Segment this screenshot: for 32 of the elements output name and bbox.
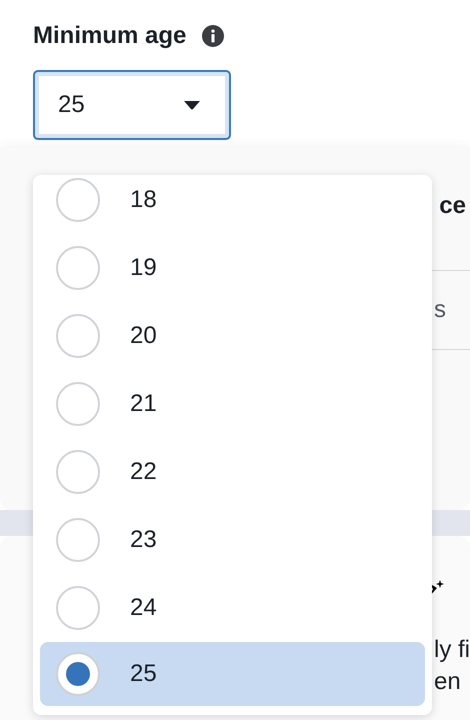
description-text: en [434,667,462,697]
description-text: ly fi [434,635,470,665]
option-label: 20 [130,322,157,350]
age-dropdown[interactable]: 25 [33,70,231,140]
tab-label[interactable]: s [434,296,446,324]
radio-button[interactable] [56,652,100,696]
section-heading: ce [439,192,466,220]
age-option[interactable]: 19 [40,234,425,302]
option-label: 18 [130,186,157,214]
radio-button[interactable] [56,246,100,290]
age-option[interactable]: 18 [40,175,425,234]
age-option[interactable]: 23 [40,506,425,574]
option-label: 24 [130,594,157,622]
radio-button[interactable] [56,518,100,562]
age-option[interactable]: 25 [40,642,425,706]
age-option[interactable]: 24 [40,574,425,642]
age-option[interactable]: 20 [40,302,425,370]
radio-button[interactable] [56,178,100,222]
caret-icon [183,100,201,110]
option-label: 22 [130,458,157,486]
field-label: Minimum age [33,22,186,50]
age-option[interactable]: 22 [40,438,425,506]
radio-button[interactable] [56,314,100,358]
option-label: 23 [130,526,157,554]
info-icon[interactable] [202,25,224,47]
age-option[interactable]: 21 [40,370,425,438]
radio-button[interactable] [56,586,100,630]
option-label: 21 [130,390,157,418]
option-label: 19 [130,254,157,282]
option-label: 25 [130,660,157,688]
radio-button[interactable] [56,382,100,426]
radio-button[interactable] [56,450,100,494]
